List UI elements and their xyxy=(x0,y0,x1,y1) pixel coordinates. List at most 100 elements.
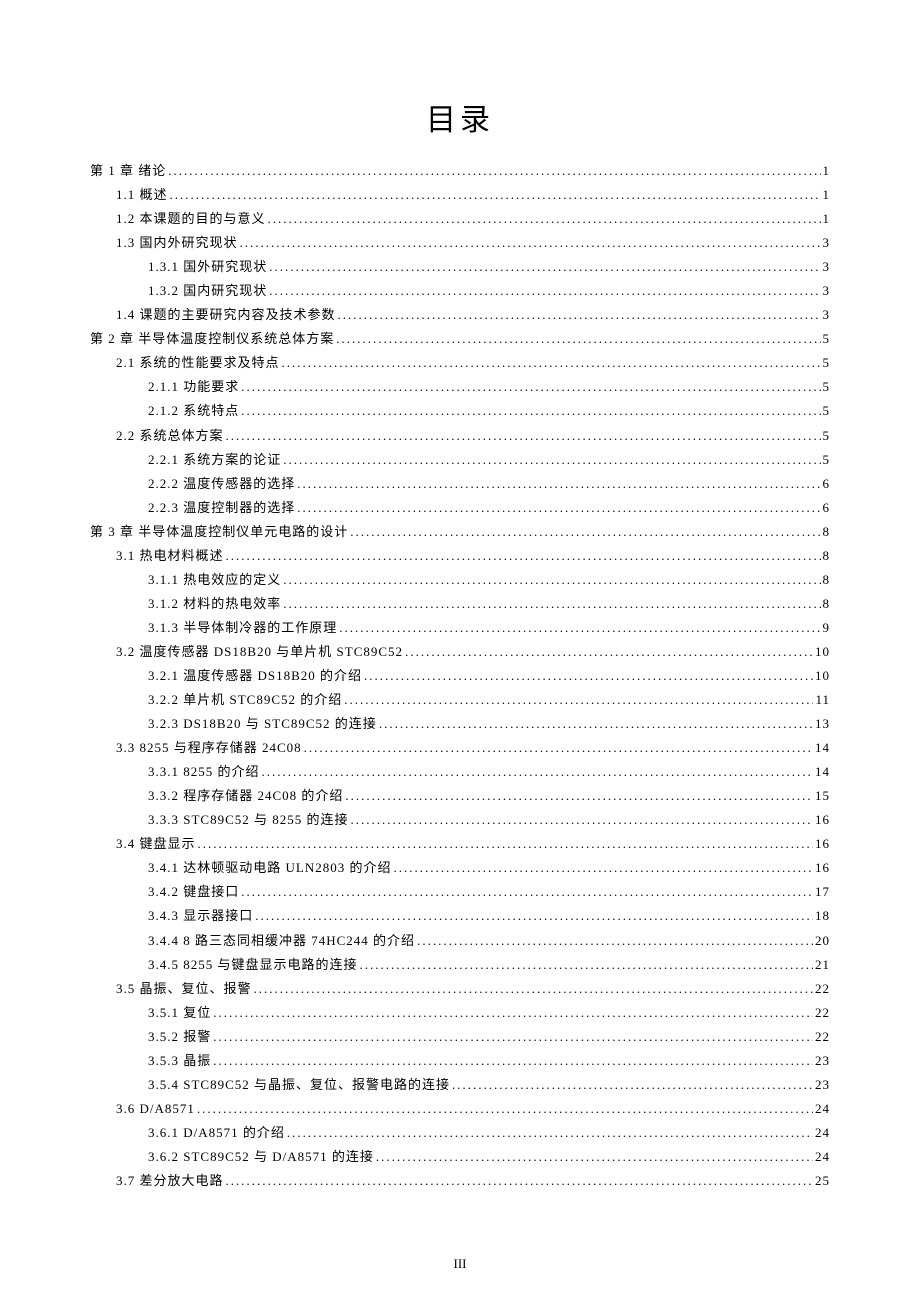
toc-entry: 3.3.2 程序存储器 24C08 的介绍15 xyxy=(90,784,830,808)
toc-entry: 3.4.3 显示器接口 18 xyxy=(90,904,830,928)
toc-dots xyxy=(283,568,820,592)
toc-entry: 3.7 差分放大电路25 xyxy=(90,1169,830,1193)
toc-entry-label: 3.4.4 8 路三态同相缓冲器 74HC244 的介绍 xyxy=(148,929,415,953)
toc-entry: 3.5.2 报警22 xyxy=(90,1025,830,1049)
toc-entry: 3.5.3 晶振 23 xyxy=(90,1049,830,1073)
toc-entry: 3.4.2 键盘接口17 xyxy=(90,880,830,904)
toc-entry: 3.1.2 材料的热电效率8 xyxy=(90,592,830,616)
toc-entry: 2.2.2 温度传感器的选择6 xyxy=(90,472,830,496)
toc-dots xyxy=(364,664,813,688)
toc-title: 目录 xyxy=(90,95,830,139)
toc-entry-page: 17 xyxy=(815,880,830,904)
toc-dots xyxy=(345,784,813,808)
toc-entry: 3.3.1 8255 的介绍14 xyxy=(90,760,830,784)
toc-entry-label: 3.6.1 D/A8571 的介绍 xyxy=(148,1121,285,1145)
toc-entry-page: 8 xyxy=(823,544,831,568)
toc-entry-label: 3.5.4 STC89C52 与晶振、复位、报警电路的连接 xyxy=(148,1073,450,1097)
toc-entry-page: 1 xyxy=(823,183,831,207)
toc-entry-page: 3 xyxy=(823,303,831,327)
toc-entry-page: 21 xyxy=(815,953,830,977)
toc-entry-page: 25 xyxy=(815,1169,830,1193)
toc-dots xyxy=(213,1001,813,1025)
toc-entry-page: 5 xyxy=(823,327,831,351)
toc-dots xyxy=(254,977,813,1001)
toc-entry: 1.4 课题的主要研究内容及技术参数 3 xyxy=(90,303,830,327)
toc-entry: 3.3 8255 与程序存储器 24C0814 xyxy=(90,736,830,760)
toc-dots xyxy=(282,351,821,375)
toc-entry-label: 第 2 章 半导体温度控制仪系统总体方案 xyxy=(90,327,334,351)
toc-entry-label: 3.2.3 DS18B20 与 STC89C52 的连接 xyxy=(148,712,377,736)
toc-entry: 3.2 温度传感器 DS18B20 与单片机 STC89C5210 xyxy=(90,640,830,664)
toc-entry: 3.1.3 半导体制冷器的工作原理9 xyxy=(90,616,830,640)
toc-dots xyxy=(240,231,821,255)
toc-entry-page: 8 xyxy=(823,568,831,592)
toc-dots xyxy=(344,688,813,712)
toc-dots xyxy=(283,448,820,472)
toc-entry-page: 16 xyxy=(815,832,830,856)
toc-entry: 3.2.2 单片机 STC89C52 的介绍11 xyxy=(90,688,830,712)
toc-entry: 3.5.4 STC89C52 与晶振、复位、报警电路的连接 23 xyxy=(90,1073,830,1097)
toc-entry-page: 18 xyxy=(815,904,830,928)
toc-entry-page: 23 xyxy=(815,1073,830,1097)
toc-entry-label: 3.5.2 报警 xyxy=(148,1025,211,1049)
toc-entry-label: 3.5.3 晶振 xyxy=(148,1049,211,1073)
toc-dots xyxy=(417,929,813,953)
toc-entry: 2.1 系统的性能要求及特点5 xyxy=(90,351,830,375)
toc-entry-label: 3.2.2 单片机 STC89C52 的介绍 xyxy=(148,688,342,712)
toc-entry: 2.2 系统总体方案5 xyxy=(90,424,830,448)
toc-entry-label: 3.2 温度传感器 DS18B20 与单片机 STC89C52 xyxy=(116,640,403,664)
toc-entry-label: 2.1 系统的性能要求及特点 xyxy=(116,351,280,375)
toc-dots xyxy=(351,808,813,832)
toc-entry-page: 5 xyxy=(823,375,831,399)
toc-dots xyxy=(360,953,813,977)
toc-entry-label: 第 1 章 绪论 xyxy=(90,159,166,183)
toc-entry-label: 3.6.2 STC89C52 与 D/A8571 的连接 xyxy=(148,1145,374,1169)
toc-dots xyxy=(297,496,820,520)
toc-entry-page: 23 xyxy=(815,1049,830,1073)
toc-entry: 1.1 概述1 xyxy=(90,183,830,207)
toc-dots xyxy=(197,1097,813,1121)
toc-dots xyxy=(255,904,813,928)
toc-dots xyxy=(226,424,821,448)
toc-entry-label: 3.3.3 STC89C52 与 8255 的连接 xyxy=(148,808,349,832)
toc-dots xyxy=(376,1145,813,1169)
toc-entry-label: 2.1.1 功能要求 xyxy=(148,375,239,399)
toc-dots xyxy=(269,255,820,279)
toc-entry-page: 16 xyxy=(815,808,830,832)
toc-entry: 2.1.2 系统特点5 xyxy=(90,399,830,423)
toc-entry-label: 1.3 国内外研究现状 xyxy=(116,231,238,255)
toc-entry: 3.2.1 温度传感器 DS18B20 的介绍10 xyxy=(90,664,830,688)
toc-entry-page: 24 xyxy=(815,1121,830,1145)
toc-dots xyxy=(452,1073,813,1097)
toc-list: 第 1 章 绪论11.1 概述11.2 本课题的目的与意义11.3 国内外研究现… xyxy=(90,159,830,1193)
toc-entry-label: 3.4.1 达林顿驱动电路 ULN2803 的介绍 xyxy=(148,856,391,880)
toc-entry-page: 9 xyxy=(823,616,831,640)
toc-dots xyxy=(405,640,813,664)
toc-entry-page: 3 xyxy=(823,279,831,303)
toc-entry-label: 1.3.2 国内研究现状 xyxy=(148,279,267,303)
toc-entry-page: 24 xyxy=(815,1145,830,1169)
toc-entry: 第 3 章 半导体温度控制仪单元电路的设计 8 xyxy=(90,520,830,544)
toc-entry: 3.5 晶振、复位、报警22 xyxy=(90,977,830,1001)
toc-entry: 3.6.1 D/A8571 的介绍 24 xyxy=(90,1121,830,1145)
toc-entry-label: 第 3 章 半导体温度控制仪单元电路的设计 xyxy=(90,520,348,544)
toc-dots xyxy=(350,520,820,544)
toc-entry-page: 1 xyxy=(823,207,831,231)
toc-dots xyxy=(241,375,820,399)
toc-entry-label: 1.2 本课题的目的与意义 xyxy=(116,207,266,231)
toc-dots xyxy=(339,616,820,640)
toc-dots xyxy=(393,856,813,880)
toc-entry-label: 2.2.2 温度传感器的选择 xyxy=(148,472,295,496)
toc-entry-label: 3.5.1 复位 xyxy=(148,1001,211,1025)
toc-entry-label: 1.4 课题的主要研究内容及技术参数 xyxy=(116,303,336,327)
toc-entry: 1.3 国内外研究现状3 xyxy=(90,231,830,255)
toc-dots xyxy=(269,279,820,303)
toc-entry: 2.2.1 系统方案的论证5 xyxy=(90,448,830,472)
toc-dots xyxy=(283,592,820,616)
toc-entry-label: 3.4.3 显示器接口 xyxy=(148,904,253,928)
toc-dots xyxy=(268,207,821,231)
page-number: III xyxy=(0,1256,920,1272)
toc-entry-page: 8 xyxy=(823,520,831,544)
toc-entry: 3.4.1 达林顿驱动电路 ULN2803 的介绍16 xyxy=(90,856,830,880)
toc-entry: 3.5.1 复位22 xyxy=(90,1001,830,1025)
